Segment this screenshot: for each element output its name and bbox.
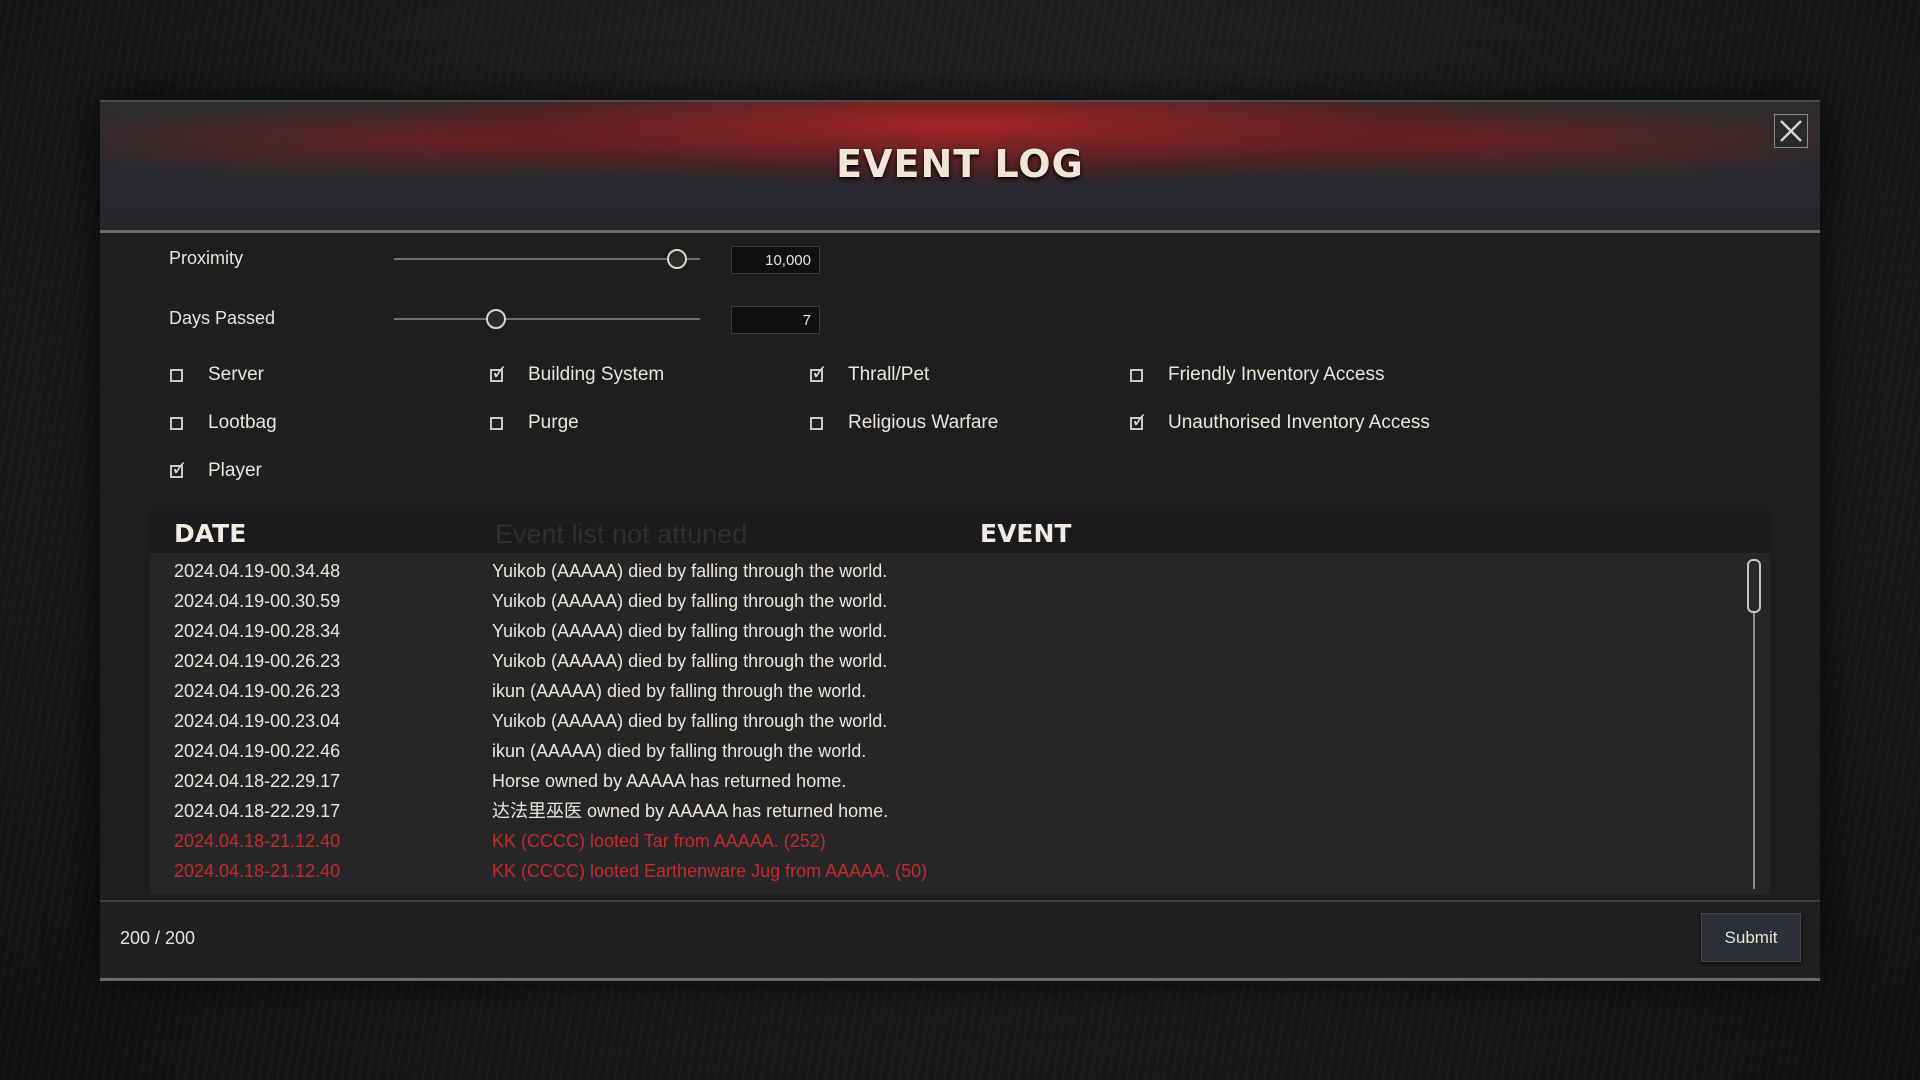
days-passed-value-input[interactable]: 7 [731, 306, 820, 334]
checkbox-box: ✓ [1130, 410, 1148, 430]
submit-button[interactable]: Submit [1701, 913, 1801, 962]
checkmark-icon: ✓ [491, 359, 508, 384]
row-event: KK (CCCC) looted Tar from AAAAA. (252) [492, 831, 826, 851]
table-row[interactable]: 2024.04.18-21.12.40 KK (CCCC) looted Eart… [150, 856, 1740, 886]
table-row[interactable]: 2024.04.19-00.26.23 ikun (AAAAA) died by … [150, 676, 1740, 706]
checkbox-label: Lootbag [208, 412, 277, 433]
checkbox-label: Thrall/Pet [848, 364, 930, 385]
checkbox-box [810, 416, 823, 430]
row-event: Yuikob (AAAAA) died by falling through t… [492, 711, 888, 731]
proximity-label: Proximity [169, 248, 244, 268]
checkbox-friendly-inventory-access[interactable]: Friendly Inventory Access [1130, 362, 1384, 388]
table-row[interactable]: 2024.04.19-00.34.48 Yuikob (AAAAA) died b… [150, 556, 1740, 586]
checkbox-box [490, 416, 503, 430]
event-rows[interactable]: 2024.04.19-00.34.48 Yuikob (AAAAA) died b… [150, 556, 1740, 894]
checkbox-lootbag[interactable]: Lootbag [170, 410, 277, 436]
checkbox-label: Player [208, 460, 262, 481]
event-column-header: EVENT [980, 519, 1072, 548]
checkbox-purge[interactable]: Purge [490, 410, 579, 436]
row-date: 2024.04.19-00.22.46 [174, 741, 341, 761]
row-date: 2024.04.18-22.29.17 [174, 771, 341, 791]
dialog-header: EVENT LOG [100, 100, 1820, 233]
dialog-title: EVENT LOG [836, 142, 1084, 186]
checkbox-label: Unauthorised Inventory Access [1168, 412, 1430, 433]
days-passed-label: Days Passed [169, 308, 276, 328]
table-row[interactable]: 2024.04.19-00.26.23 Yuikob (AAAAA) died b… [150, 646, 1740, 676]
proximity-slider-thumb[interactable] [666, 249, 687, 269]
row-date: 2024.04.18-21.12.40 [174, 861, 341, 881]
days-passed-slider-track [394, 318, 700, 320]
row-date: 2024.04.19-00.23.04 [174, 711, 341, 731]
table-row[interactable]: 2024.04.18-21.12.40 KK (CCCC) looted Tar … [150, 826, 1740, 856]
row-date: 2024.04.19-00.26.23 [174, 681, 341, 701]
checkmark-icon: ✓ [171, 455, 188, 480]
row-event: Yuikob (AAAAA) died by falling through t… [492, 651, 888, 671]
checkbox-label: Server [208, 364, 264, 385]
row-event: 达法里巫医 owned by AAAAA has returned home. [492, 801, 889, 821]
table-row[interactable]: 2024.04.19-00.22.46 ikun (AAAAA) died by … [150, 736, 1740, 766]
checkbox-building-system[interactable]: ✓ Building System [490, 362, 664, 388]
checkbox-box [1130, 368, 1143, 382]
days-passed-slider-thumb[interactable] [485, 309, 506, 329]
row-event: Yuikob (AAAAA) died by falling through t… [492, 591, 888, 611]
event-count: 200 / 200 [120, 928, 196, 948]
event-table: DATE Event list not attuned EVENT 2024.0… [150, 511, 1770, 894]
table-header: DATE Event list not attuned EVENT [150, 511, 1770, 553]
proximity-value-input[interactable]: 10,000 [731, 246, 820, 274]
days-passed-slider[interactable] [394, 309, 700, 329]
row-date: 2024.04.19-00.28.34 [174, 621, 341, 641]
table-row[interactable]: 2024.04.18-22.29.17 达法里巫医 owned by AAAAA … [150, 796, 1740, 826]
proximity-slider-track [394, 258, 700, 260]
row-date: 2024.04.19-00.26.23 [174, 651, 341, 671]
row-date: 2024.04.19-00.34.48 [174, 561, 341, 581]
table-row[interactable]: 2024.04.19-00.30.59 Yuikob (AAAAA) died b… [150, 586, 1740, 616]
row-date: 2024.04.19-00.30.59 [174, 591, 341, 611]
checkbox-label: Religious Warfare [848, 412, 999, 433]
row-event: Yuikob (AAAAA) died by falling through t… [492, 621, 888, 641]
checkbox-unauthorised-inventory-access[interactable]: ✓ Unauthorised Inventory Access [1130, 410, 1430, 436]
checkbox-label: Friendly Inventory Access [1168, 364, 1385, 385]
close-button[interactable] [1774, 114, 1808, 148]
row-event: Horse owned by AAAAA has returned home. [492, 771, 847, 791]
checkbox-server[interactable]: Server [170, 362, 264, 388]
date-column-header: DATE [174, 519, 247, 548]
checkbox-box [170, 368, 183, 382]
checkbox-label: Building System [528, 364, 665, 385]
checkbox-label: Purge [528, 412, 579, 433]
scrollbar-thumb[interactable] [1747, 559, 1761, 613]
row-event: Yuikob (AAAAA) died by falling through t… [492, 561, 888, 581]
row-date: 2024.04.18-21.12.40 [174, 831, 341, 851]
checkbox-thrall-pet[interactable]: ✓ Thrall/Pet [810, 362, 929, 388]
checkbox-box: ✓ [810, 362, 828, 382]
checkmark-icon: ✓ [1131, 407, 1148, 432]
table-row[interactable]: 2024.04.19-00.28.34 Yuikob (AAAAA) died b… [150, 616, 1740, 646]
proximity-slider[interactable] [394, 249, 700, 269]
ghost-header-text: Event list not attuned [495, 519, 748, 549]
checkbox-religious-warfare[interactable]: Religious Warfare [810, 410, 998, 436]
dialog-footer: 200 / 200 Submit [100, 900, 1820, 981]
table-row[interactable]: 2024.04.19-00.23.04 Yuikob (AAAAA) died b… [150, 706, 1740, 736]
row-event: ikun (AAAAA) died by falling through the… [492, 741, 867, 761]
checkbox-player[interactable]: ✓ Player [170, 458, 262, 484]
checkbox-box [170, 416, 183, 430]
row-event: KK (CCCC) looted Earthenware Jug from AA… [492, 861, 928, 881]
checkmark-icon: ✓ [811, 359, 828, 384]
checkbox-box: ✓ [170, 458, 188, 478]
table-row[interactable]: 2024.04.18-22.29.17 Horse owned by AAAAA … [150, 766, 1740, 796]
row-event: ikun (AAAAA) died by falling through the… [492, 681, 867, 701]
event-log-dialog: EVENT LOG Proximity 10,000 Days Passed 7… [100, 100, 1820, 981]
checkbox-box: ✓ [490, 362, 508, 382]
row-date: 2024.04.18-22.29.17 [174, 801, 341, 821]
close-x-icon [1780, 120, 1802, 142]
